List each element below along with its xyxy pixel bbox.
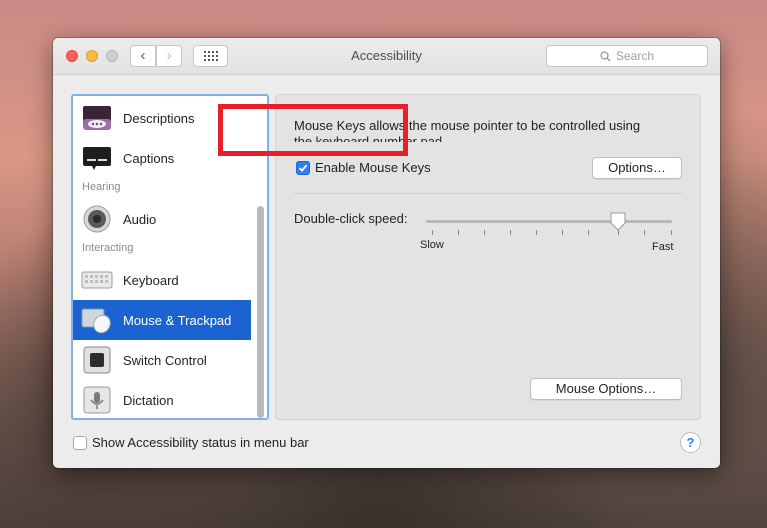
speaker-icon: [81, 205, 113, 233]
keyboard-icon: [81, 266, 113, 294]
slider-tick: [671, 230, 672, 235]
sidebar-item-label: Mouse & Trackpad: [123, 312, 232, 328]
sidebar-item-label: Descriptions: [123, 110, 195, 126]
title-bar: ‹ › Accessibility Search: [53, 38, 720, 75]
captions-icon: [81, 144, 113, 172]
slider-tick: [536, 230, 537, 235]
preferences-window: ‹ › Accessibility Search Descriptions Ca…: [53, 38, 720, 468]
sidebar-scrollbar[interactable]: [257, 206, 264, 418]
double-click-speed-slider[interactable]: [426, 220, 672, 223]
checkbox-checked[interactable]: [296, 160, 310, 175]
slider-tick: [644, 230, 645, 235]
sidebar-item-audio[interactable]: Audio: [73, 199, 251, 239]
slider-min-label: Slow: [420, 239, 444, 251]
category-heading-hearing: Hearing: [82, 181, 121, 193]
switch-control-icon: [81, 346, 113, 374]
checkbox-unchecked[interactable]: [73, 435, 87, 450]
show-status-label: Show Accessibility status in menu bar: [92, 435, 309, 450]
options-button[interactable]: Options…: [592, 157, 682, 179]
checkmark-icon: [298, 164, 308, 172]
search-field[interactable]: Search: [546, 45, 708, 67]
sidebar-item-mouse-trackpad[interactable]: Mouse & Trackpad: [73, 300, 251, 340]
divider: [294, 193, 682, 194]
enable-mouse-keys-checkbox[interactable]: Enable Mouse Keys: [296, 160, 431, 175]
slider-thumb[interactable]: [609, 212, 627, 231]
sidebar-item-label: Keyboard: [123, 272, 179, 288]
slider-max-label: Fast: [652, 241, 674, 253]
search-placeholder: Search: [615, 49, 655, 63]
descriptions-icon: [81, 104, 113, 132]
slider-tick: [562, 230, 563, 235]
sidebar-item-label: Switch Control: [123, 352, 207, 368]
sidebar-item-dictation[interactable]: Dictation: [73, 380, 251, 418]
slider-tick: [432, 230, 433, 235]
highlight-box: [218, 104, 408, 156]
slider-tick: [484, 230, 485, 235]
sidebar-item-switch-control[interactable]: Switch Control: [73, 340, 251, 380]
sidebar-item-label: Dictation: [123, 392, 174, 408]
enable-mouse-keys-label: Enable Mouse Keys: [315, 160, 431, 175]
slider-tick: [458, 230, 459, 235]
slider-tick: [510, 230, 511, 235]
show-status-checkbox[interactable]: Show Accessibility status in menu bar: [73, 435, 309, 450]
sidebar-item-label: Captions: [123, 150, 175, 166]
search-icon: [600, 50, 611, 62]
mouse-trackpad-icon: [81, 306, 113, 334]
microphone-icon: [81, 386, 113, 414]
mouse-options-button[interactable]: Mouse Options…: [530, 378, 682, 400]
sidebar-item-keyboard[interactable]: Keyboard: [73, 260, 251, 300]
slider-tick: [588, 230, 589, 235]
category-heading-interacting: Interacting: [82, 242, 134, 254]
help-button[interactable]: ?: [680, 432, 701, 453]
sidebar-item-label: Audio: [123, 211, 157, 227]
double-click-speed-label: Double-click speed:: [294, 211, 408, 226]
